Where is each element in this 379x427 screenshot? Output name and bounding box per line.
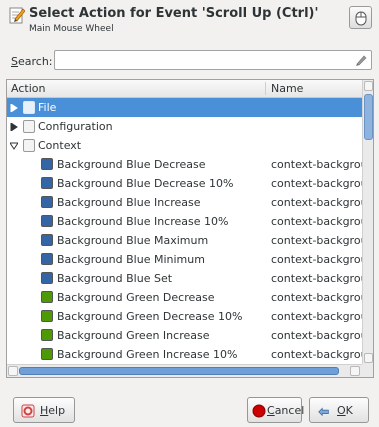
help-label: Help — [40, 404, 66, 417]
tree-row-name: context-backgroun — [271, 177, 362, 190]
configuration-icon — [23, 120, 35, 133]
tree-row-label: Background Blue Maximum — [57, 234, 209, 247]
tree-row-label: File — [38, 101, 57, 114]
tree-row-label: Background Blue Set — [57, 272, 173, 285]
tree-row-name: context-backgroun — [271, 272, 362, 285]
scroll-left-button[interactable] — [8, 366, 18, 376]
ok-label: OK — [337, 404, 353, 417]
grab-event-button[interactable] — [349, 6, 372, 29]
scroll-down-button[interactable] — [364, 353, 373, 363]
tree-row-name: context-backgroun — [271, 158, 362, 171]
ok-icon — [318, 407, 329, 417]
help-icon — [21, 404, 35, 418]
green-channel-icon — [41, 348, 53, 360]
column-separator[interactable] — [265, 82, 266, 95]
tree-action-row[interactable]: Background Green Decrease 10% context-bac… — [7, 307, 362, 326]
tree-row-name: context-backgroun — [271, 196, 362, 209]
expander-collapsed-icon[interactable] — [10, 104, 18, 112]
action-tree[interactable]: Action Name File Configuration Context Back… — [6, 79, 374, 378]
tree-action-row[interactable]: Background Green Increase context-backgro… — [7, 326, 362, 345]
blue-channel-icon — [41, 215, 53, 227]
column-name-header[interactable]: Name — [271, 82, 303, 95]
tree-row-label: Background Green Decrease 10% — [57, 310, 243, 323]
tree-action-row[interactable]: Background Green Increase 10% context-bac… — [7, 345, 362, 364]
blue-channel-icon — [41, 196, 53, 208]
tree-row-name: context-backgroun — [271, 215, 362, 228]
tree-action-row[interactable]: Background Blue Decrease context-backgrou… — [7, 155, 362, 174]
tree-action-row[interactable]: Background Green Decrease context-backgro… — [7, 288, 362, 307]
tree-row-label: Context — [38, 139, 82, 152]
tree-row-label: Background Green Increase 10% — [57, 348, 238, 361]
blue-channel-icon — [41, 272, 53, 284]
tree-row-label: Background Blue Increase — [57, 196, 201, 209]
horizontal-scroll-thumb[interactable] — [19, 367, 339, 375]
tree-row-name: context-backgroun — [271, 348, 362, 361]
tree-action-row[interactable]: Background Blue Decrease 10% context-back… — [7, 174, 362, 193]
search-label: Search: — [11, 55, 53, 68]
tree-row-label: Background Blue Minimum — [57, 253, 205, 266]
cancel-icon — [252, 404, 266, 418]
scroll-right-button[interactable] — [350, 366, 360, 376]
column-header: Action Name — [7, 80, 362, 98]
scroll-up-button[interactable] — [364, 81, 373, 91]
tree-category-row[interactable]: File — [7, 98, 362, 117]
tree-row-name: context-backgroun — [271, 291, 362, 304]
tree-action-row[interactable]: Background Blue Increase context-backgrou… — [7, 193, 362, 212]
tree-category-row[interactable]: Context — [7, 136, 362, 155]
tree-row-label: Background Blue Decrease 10% — [57, 177, 234, 190]
blue-channel-icon — [41, 234, 53, 246]
tree-category-row[interactable]: Configuration — [7, 117, 362, 136]
dialog-header: Select Action for Event 'Scroll Up (Ctrl… — [0, 0, 379, 44]
scroll-corner — [362, 364, 373, 377]
file-icon — [23, 101, 35, 114]
cancel-button[interactable]: Cancel — [247, 397, 305, 423]
tree-row-label: Configuration — [38, 120, 113, 133]
tree-row-name: context-backgroun — [271, 329, 362, 342]
edit-action-icon — [9, 7, 25, 24]
green-channel-icon — [41, 291, 53, 303]
dialog-title: Select Action for Event 'Scroll Up (Ctrl… — [29, 6, 319, 21]
expander-expanded-icon[interactable] — [10, 142, 18, 150]
tree-row-label: Background Blue Increase 10% — [57, 215, 229, 228]
green-channel-icon — [41, 329, 53, 341]
horizontal-scrollbar[interactable] — [7, 364, 362, 377]
vertical-scroll-thumb[interactable] — [364, 94, 373, 140]
mouse-icon — [355, 11, 367, 26]
tree-action-row[interactable]: Background Blue Minimum context-backgroun — [7, 250, 362, 269]
tree-row-name: context-backgroun — [271, 310, 362, 323]
column-action-header[interactable]: Action — [11, 82, 45, 95]
expander-collapsed-icon[interactable] — [10, 123, 18, 131]
tree-action-row[interactable]: Background Blue Set context-backgroun — [7, 269, 362, 288]
vertical-scrollbar[interactable] — [362, 80, 373, 364]
tree-row-name: context-backgroun — [271, 253, 362, 266]
search-field[interactable] — [54, 50, 372, 70]
help-button[interactable]: Help — [13, 397, 75, 423]
search-input[interactable] — [59, 52, 343, 70]
tree-action-row[interactable]: Background Blue Maximum context-backgroun — [7, 231, 362, 250]
tree-row-label: Background Blue Decrease — [57, 158, 206, 171]
tree-rows: File Configuration Context Background Blue … — [7, 98, 362, 364]
cancel-label: Cancel — [267, 404, 305, 417]
tree-action-row[interactable]: Background Blue Increase 10% context-back… — [7, 212, 362, 231]
blue-channel-icon — [41, 177, 53, 189]
clear-search-icon[interactable] — [354, 53, 368, 67]
blue-channel-icon — [41, 158, 53, 170]
tree-row-name: context-backgroun — [271, 234, 362, 247]
ok-button[interactable]: OK — [309, 397, 369, 423]
context-icon — [23, 139, 35, 152]
tree-row-label: Background Green Decrease — [57, 291, 215, 304]
dialog-subtitle: Main Mouse Wheel — [29, 24, 114, 34]
tree-row-label: Background Green Increase — [57, 329, 210, 342]
blue-channel-icon — [41, 253, 53, 265]
green-channel-icon — [41, 310, 53, 322]
